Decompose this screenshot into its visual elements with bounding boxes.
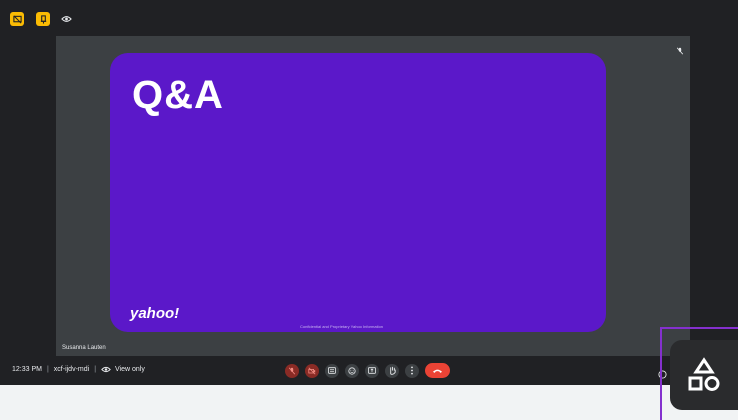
view-mode-label: View only <box>115 366 145 373</box>
pin-icon[interactable] <box>36 12 50 26</box>
raise-hand-icon <box>388 366 397 375</box>
meeting-code[interactable]: xcf-ijdv-mdi <box>54 366 89 373</box>
call-controls <box>285 363 450 378</box>
bottom-bar: 12:33 PM | xcf-ijdv-mdi | View only <box>0 358 738 385</box>
slide-title: Q&A <box>132 73 224 117</box>
emoji-icon <box>348 366 356 375</box>
mic-off-icon <box>288 367 296 375</box>
emoji-button[interactable] <box>345 363 359 378</box>
camera-off-button[interactable] <box>305 363 319 378</box>
presented-slide: Q&A yahoo! Confidential and Proprietary … <box>110 53 606 332</box>
camera-off-icon <box>308 367 316 375</box>
more-options-button[interactable] <box>405 363 419 378</box>
participant-name: Susanna Lauten <box>62 345 106 351</box>
divider: | <box>94 366 97 373</box>
more-options-icon <box>410 366 414 375</box>
mic-off-icon <box>676 42 684 60</box>
presentation-icon[interactable] <box>10 12 24 26</box>
captions-button[interactable] <box>325 363 339 378</box>
mic-off-button[interactable] <box>285 363 299 378</box>
present-button[interactable] <box>365 363 379 378</box>
meeting-info: 12:33 PM | xcf-ijdv-mdi | View only <box>12 366 145 373</box>
divider: | <box>46 366 49 373</box>
meet-window: Q&A yahoo! Confidential and Proprietary … <box>0 0 738 385</box>
shapes-icon <box>687 357 721 393</box>
captions-icon <box>328 367 336 374</box>
end-call-button[interactable] <box>425 363 450 378</box>
eye-icon <box>101 366 111 373</box>
present-icon <box>368 367 376 374</box>
eye-icon[interactable] <box>59 12 73 26</box>
activities-button[interactable] <box>670 340 738 410</box>
yahoo-logo: yahoo! <box>130 305 180 322</box>
raise-hand-button[interactable] <box>385 363 399 378</box>
meeting-time: 12:33 PM <box>12 366 42 373</box>
end-call-icon <box>432 368 443 374</box>
slide-footer: Confidential and Proprietary Yahoo Infor… <box>300 324 384 329</box>
presentation-stage: Q&A yahoo! Confidential and Proprietary … <box>56 36 690 356</box>
